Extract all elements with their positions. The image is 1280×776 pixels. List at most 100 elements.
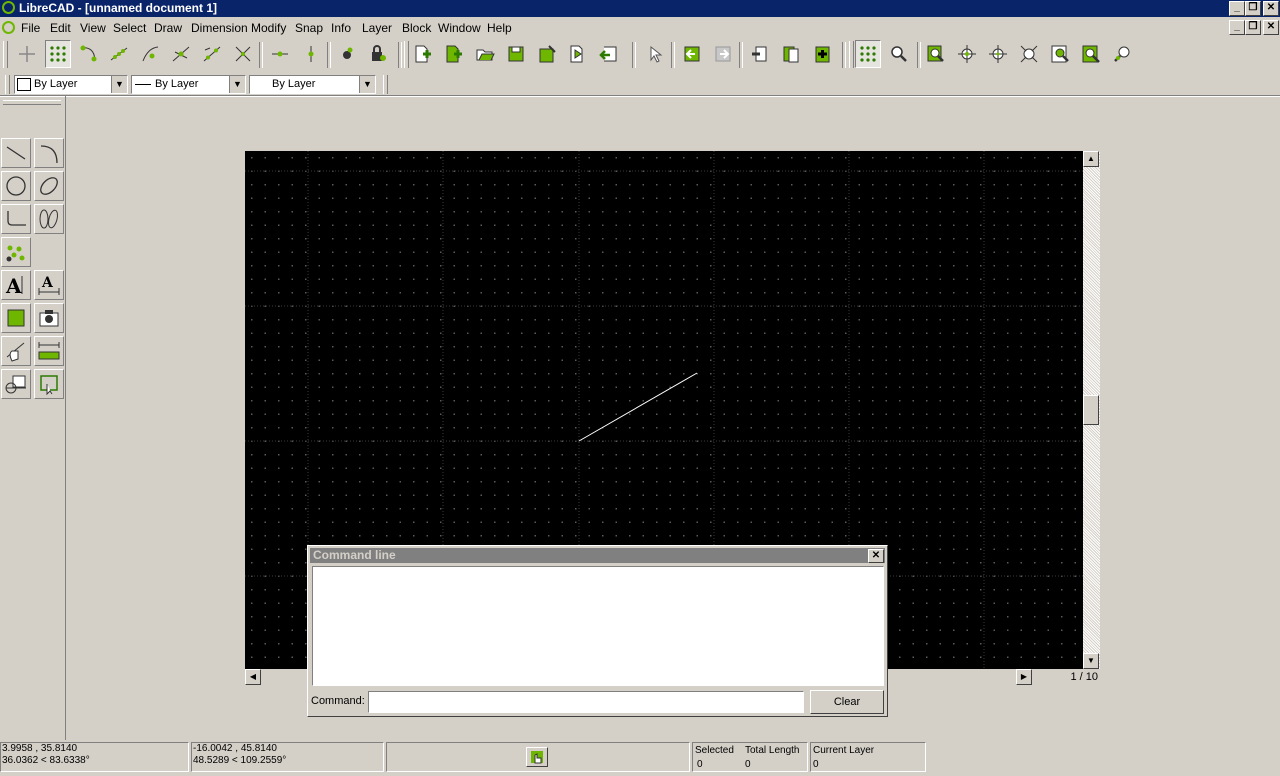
pointer-icon[interactable] — [642, 40, 668, 68]
snap-on-entity-icon[interactable] — [106, 40, 132, 68]
text-tool-icon[interactable]: A — [1, 270, 31, 300]
close-icon[interactable]: ✕ — [868, 549, 884, 563]
menu-layer[interactable]: Layer — [362, 21, 392, 35]
restore-button[interactable]: ❐ — [1245, 1, 1261, 16]
command-history[interactable] — [312, 566, 884, 686]
export-icon[interactable] — [565, 40, 591, 68]
window-title: LibreCAD - [unnamed document 1] — [19, 1, 218, 15]
chevron-down-icon[interactable]: ▼ — [111, 76, 127, 93]
save-icon[interactable] — [503, 40, 529, 68]
menu-edit[interactable]: Edit — [50, 21, 71, 35]
snap-endpoint-icon[interactable] — [75, 40, 101, 68]
snap-center-icon[interactable] — [137, 40, 163, 68]
select-tool-icon[interactable] — [34, 369, 64, 399]
zoom-auto-icon[interactable] — [1016, 40, 1042, 68]
doc-close-button[interactable]: ✕ — [1263, 20, 1279, 35]
linewidth-combo-value: By Layer — [272, 78, 316, 90]
toolbar-grip[interactable] — [383, 75, 388, 94]
total-length-value: 0 — [745, 759, 751, 770]
vertical-scroll-thumb[interactable] — [1083, 395, 1099, 425]
doc-minimize-button[interactable]: _ — [1229, 20, 1245, 35]
menu-help[interactable]: Help — [487, 21, 512, 35]
zoom-window-icon[interactable] — [1078, 40, 1104, 68]
dock-grip[interactable] — [3, 100, 61, 105]
menu-select[interactable]: Select — [113, 21, 146, 35]
line-tool-icon[interactable] — [1, 138, 31, 168]
toolbar-grip[interactable] — [404, 41, 409, 68]
redo-icon[interactable] — [710, 40, 736, 68]
color-combo[interactable]: By Layer ▼ — [14, 75, 128, 94]
spline-tool-icon[interactable] — [34, 204, 64, 234]
chevron-down-icon[interactable]: ▼ — [359, 76, 375, 93]
grid-toggle-icon[interactable] — [855, 40, 881, 68]
zoom-out-icon[interactable] — [985, 40, 1011, 68]
save-as-icon[interactable] — [534, 40, 560, 68]
doc-restore-button[interactable]: ❐ — [1245, 20, 1261, 35]
cut-icon[interactable] — [747, 40, 773, 68]
set-relative-zero-icon[interactable] — [334, 40, 360, 68]
new-file-icon[interactable] — [410, 40, 436, 68]
pen-toolbar-grip[interactable] — [5, 75, 10, 94]
snap-free-icon[interactable] — [14, 40, 40, 68]
restrict-vertical-icon[interactable] — [298, 40, 324, 68]
menu-file[interactable]: File — [21, 21, 40, 35]
menu-dimension[interactable]: Dimension — [191, 21, 248, 35]
snap-grid-icon[interactable] — [45, 40, 71, 68]
zoom-pan-icon[interactable] — [1109, 40, 1135, 68]
paste-icon[interactable] — [809, 40, 835, 68]
block-tool-icon[interactable] — [1, 369, 31, 399]
menu-draw[interactable]: Draw — [154, 21, 182, 35]
copy-icon[interactable] — [778, 40, 804, 68]
modify-tool-icon[interactable] — [1, 336, 31, 366]
scroll-up-icon[interactable]: ▲ — [1083, 151, 1099, 167]
restrict-horizontal-icon[interactable] — [267, 40, 293, 68]
scroll-right-icon[interactable]: ▶ — [1016, 669, 1032, 685]
circle-tool-icon[interactable] — [1, 171, 31, 201]
toolbar-grip[interactable] — [3, 41, 8, 68]
snap-middle-icon[interactable] — [168, 40, 194, 68]
image-tool-icon[interactable] — [34, 303, 64, 333]
arc-tool-icon[interactable] — [34, 138, 64, 168]
scroll-down-icon[interactable]: ▼ — [1083, 653, 1099, 669]
clear-button[interactable]: Clear — [810, 690, 884, 714]
snap-distance-icon[interactable] — [199, 40, 225, 68]
menu-modify[interactable]: Modify — [251, 21, 286, 35]
new-from-template-icon[interactable] — [441, 40, 467, 68]
toolbar-separator — [259, 42, 263, 68]
linetype-combo[interactable]: By Layer ▼ — [131, 75, 246, 94]
open-folder-icon[interactable] — [472, 40, 498, 68]
close-file-icon[interactable] — [596, 40, 622, 68]
document-icon — [2, 21, 15, 34]
measure-tool-icon[interactable] — [34, 336, 64, 366]
menu-block[interactable]: Block — [402, 21, 431, 35]
ellipse-tool-icon[interactable] — [34, 171, 64, 201]
menu-info[interactable]: Info — [331, 21, 351, 35]
selected-value: 0 — [697, 759, 703, 770]
chevron-down-icon[interactable]: ▼ — [229, 76, 245, 93]
menu-window[interactable]: Window — [438, 21, 481, 35]
linewidth-combo[interactable]: By Layer ▼ — [249, 75, 376, 94]
close-button[interactable]: ✕ — [1263, 1, 1279, 16]
menu-view[interactable]: View — [80, 21, 106, 35]
vertical-scrollbar[interactable]: ▲ ▼ — [1083, 151, 1100, 669]
command-line-title-bar[interactable]: Command line ✕ — [310, 548, 885, 563]
dimension-tool-icon[interactable]: A — [34, 270, 64, 300]
drawn-line[interactable] — [578, 372, 698, 442]
lock-relative-zero-icon[interactable] — [365, 40, 391, 68]
color-combo-value: By Layer — [34, 78, 78, 90]
undo-icon[interactable] — [679, 40, 705, 68]
polyline-tool-icon[interactable] — [1, 204, 31, 234]
draft-mode-icon[interactable] — [886, 40, 912, 68]
zoom-in-icon[interactable] — [954, 40, 980, 68]
zoom-previous-icon[interactable] — [1047, 40, 1073, 68]
snap-intersection-icon[interactable] — [230, 40, 256, 68]
menu-snap[interactable]: Snap — [295, 21, 323, 35]
scroll-left-icon[interactable]: ◀ — [245, 669, 261, 685]
point-tool-icon[interactable] — [1, 237, 31, 267]
zoom-redraw-icon[interactable] — [923, 40, 949, 68]
toolbar-grip[interactable] — [849, 41, 854, 68]
hatch-tool-icon[interactable] — [1, 303, 31, 333]
minimize-button[interactable]: _ — [1229, 1, 1245, 16]
mouse-hand-icon[interactable] — [526, 747, 548, 767]
command-input[interactable] — [368, 691, 804, 713]
